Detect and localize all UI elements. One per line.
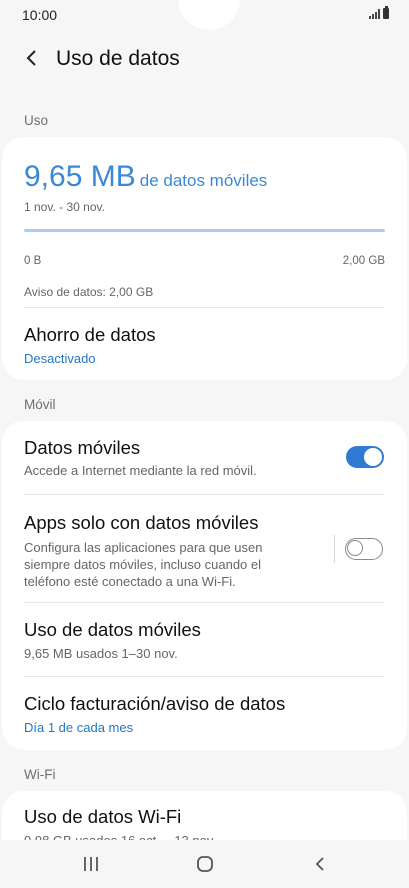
mobile-only-apps-row[interactable]: Apps solo con datos móviles Configura la… xyxy=(2,495,407,602)
signal-icon xyxy=(369,9,380,19)
mobile-card: Datos móviles Accede a Internet mediante… xyxy=(2,421,407,750)
wifi-data-usage-title: Uso de datos Wi-Fi xyxy=(24,806,182,827)
mobile-only-apps-title: Apps solo con datos móviles xyxy=(24,512,259,533)
data-warning-label: Aviso de datos: 2,00 GB xyxy=(24,285,154,299)
battery-icon xyxy=(383,6,389,19)
mobile-only-apps-toggle[interactable] xyxy=(345,538,383,560)
status-time: 10:00 xyxy=(22,7,58,23)
billing-cycle-row[interactable]: Ciclo facturación/aviso de datos Día 1 d… xyxy=(2,677,407,750)
status-bar: 10:00 xyxy=(0,0,409,30)
recents-icon xyxy=(84,857,98,871)
billing-cycle-title: Ciclo facturación/aviso de datos xyxy=(24,693,286,714)
home-button[interactable] xyxy=(192,852,218,876)
home-icon xyxy=(197,856,213,872)
mobile-data-subtitle: Accede a Internet mediante la red móvil. xyxy=(24,463,257,478)
back-icon xyxy=(315,857,324,871)
mobile-data-usage-subtitle: 9,65 MB usados 1–30 nov. xyxy=(24,646,178,661)
data-saver-row[interactable]: Ahorro de datos Desactivado xyxy=(2,308,407,380)
mobile-data-toggle[interactable] xyxy=(346,446,384,468)
toggle-knob xyxy=(364,448,382,466)
app-header: Uso de datos xyxy=(0,38,409,82)
section-header-movil: Móvil xyxy=(24,397,56,412)
scale-max-label: 2,00 GB xyxy=(342,255,385,267)
usage-amount: 9,65 MB de datos móviles xyxy=(24,160,267,194)
section-header-uso: Uso xyxy=(24,113,49,128)
usage-amount-unit: de datos móviles xyxy=(139,171,268,190)
usage-card: 9,65 MB de datos móviles 1 nov. - 30 nov.… xyxy=(2,137,407,380)
vertical-separator xyxy=(334,535,335,563)
scale-min-label: 0 B xyxy=(24,255,42,267)
usage-progress-bar xyxy=(24,229,385,232)
mobile-only-apps-subtitle: Configura las aplicaciones para que usen… xyxy=(24,540,263,589)
data-saver-title: Ahorro de datos xyxy=(24,324,156,345)
usage-period: 1 nov. - 30 nov. xyxy=(24,200,105,214)
toggle-knob xyxy=(347,540,363,556)
camera-notch xyxy=(178,0,240,30)
usage-amount-value: 9,65 MB xyxy=(24,160,136,193)
mobile-data-usage-title: Uso de datos móviles xyxy=(24,619,201,640)
billing-cycle-subtitle: Día 1 de cada mes xyxy=(24,720,134,735)
data-saver-status: Desactivado xyxy=(24,351,96,366)
nav-back-button[interactable] xyxy=(307,852,333,876)
back-arrow-icon[interactable] xyxy=(22,48,42,68)
mobile-data-title: Datos móviles xyxy=(24,437,141,458)
page-title: Uso de datos xyxy=(56,47,180,70)
navigation-bar xyxy=(0,840,409,888)
status-icons xyxy=(369,6,389,19)
section-header-wifi: Wi-Fi xyxy=(24,767,56,782)
mobile-data-row[interactable]: Datos móviles Accede a Internet mediante… xyxy=(2,421,407,494)
recents-button[interactable] xyxy=(78,852,104,876)
mobile-data-usage-row[interactable]: Uso de datos móviles 9,65 MB usados 1–30… xyxy=(2,603,407,676)
